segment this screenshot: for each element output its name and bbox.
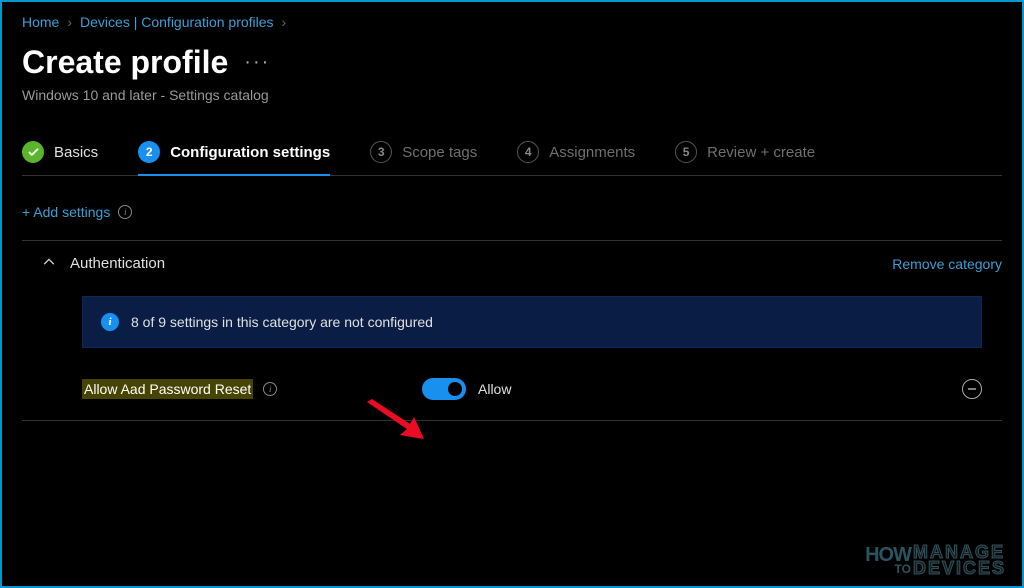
breadcrumb-home[interactable]: Home xyxy=(22,14,59,30)
chevron-right-icon: › xyxy=(282,14,287,30)
breadcrumb: Home › Devices | Configuration profiles … xyxy=(22,14,1002,30)
chevron-up-icon xyxy=(42,255,56,272)
setting-label: Allow Aad Password Reset xyxy=(82,379,253,399)
page-subtitle: Windows 10 and later - Settings catalog xyxy=(22,87,1002,103)
category-toggle[interactable]: Authentication xyxy=(42,255,165,272)
step-number-icon: 5 xyxy=(675,141,697,163)
tab-assignments[interactable]: 4 Assignments xyxy=(517,131,635,175)
divider xyxy=(22,420,1002,421)
tab-scope-tags[interactable]: 3 Scope tags xyxy=(370,131,477,175)
more-actions-icon[interactable]: ··· xyxy=(244,51,270,74)
tab-basics[interactable]: Basics xyxy=(22,131,98,175)
watermark-text: DEVICES xyxy=(913,561,1006,576)
stepper-tabs: Basics 2 Configuration settings 3 Scope … xyxy=(22,131,1002,176)
setting-row: Allow Aad Password Reset i Allow xyxy=(22,368,1002,420)
step-number-icon: 4 xyxy=(517,141,539,163)
allow-toggle[interactable] xyxy=(422,378,466,400)
breadcrumb-devices[interactable]: Devices | Configuration profiles xyxy=(80,14,274,30)
info-icon[interactable]: i xyxy=(263,382,277,396)
info-banner-text: 8 of 9 settings in this category are not… xyxy=(131,314,433,330)
info-icon: i xyxy=(101,313,119,331)
chevron-right-icon: › xyxy=(67,14,72,30)
tab-label: Review + create xyxy=(707,144,815,161)
toggle-value-label: Allow xyxy=(478,381,511,397)
step-number-icon: 3 xyxy=(370,141,392,163)
tab-label: Basics xyxy=(54,144,98,161)
tab-review-create[interactable]: 5 Review + create xyxy=(675,131,815,175)
tab-label: Configuration settings xyxy=(170,144,330,161)
info-icon[interactable]: i xyxy=(118,205,132,219)
remove-setting-icon[interactable] xyxy=(962,379,982,399)
add-settings-button[interactable]: + Add settings xyxy=(22,204,110,220)
category-name: Authentication xyxy=(70,255,165,272)
step-number-icon: 2 xyxy=(138,141,160,163)
tab-configuration-settings[interactable]: 2 Configuration settings xyxy=(138,131,330,175)
page-title: Create profile xyxy=(22,44,228,81)
info-banner: i 8 of 9 settings in this category are n… xyxy=(82,296,982,348)
remove-category-button[interactable]: Remove category xyxy=(892,256,1002,272)
tab-label: Assignments xyxy=(549,144,635,161)
watermark-logo: HOW TO MANAGE DEVICES xyxy=(865,545,1006,576)
check-icon xyxy=(22,141,44,163)
watermark-text: HOW xyxy=(865,547,911,563)
tab-label: Scope tags xyxy=(402,144,477,161)
